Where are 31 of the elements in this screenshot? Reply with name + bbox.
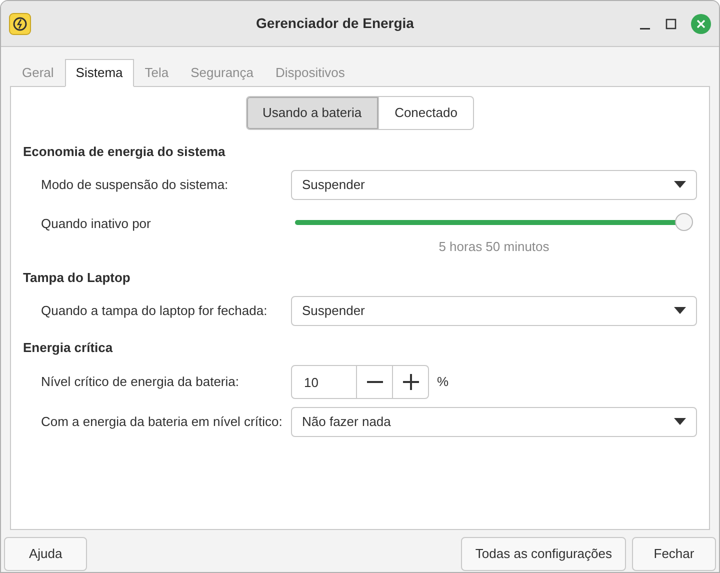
slider-value: 5 horas 50 minutos: [438, 238, 550, 256]
caret-icon: [674, 180, 686, 188]
close-icon[interactable]: [691, 14, 711, 34]
setting-label: Nível crítico de energia da bateria:: [41, 373, 240, 392]
caret-icon: [674, 418, 686, 426]
number-field[interactable]: 10: [291, 365, 357, 399]
setting-label: Com a energia da bateria em nível crítico:: [41, 413, 284, 432]
plus-icon: [402, 374, 418, 390]
setting-label: Modo de suspensão do sistema:: [41, 176, 230, 194]
dropdown[interactable]: Não fazer nada: [291, 407, 697, 437]
footer-button[interactable]: Todas as configurações: [461, 537, 626, 571]
tab[interactable]: Sistema: [64, 59, 134, 87]
unit-label: %: [437, 373, 449, 392]
dropdown[interactable]: Suspender: [291, 170, 697, 200]
minus-icon: [366, 381, 382, 383]
help-button[interactable]: Ajuda: [4, 537, 88, 571]
toggle-button[interactable]: Conectado: [378, 96, 474, 130]
section-heading: Economia de energia do sistema: [23, 143, 226, 161]
window-title: Gerenciador de Energia: [255, 14, 415, 33]
toggle-button[interactable]: Usando a bateria: [246, 96, 379, 130]
section-heading: Energia crítica: [23, 338, 114, 357]
dropdown[interactable]: Suspender: [291, 296, 697, 326]
increase-button[interactable]: [393, 365, 429, 399]
caret-icon: [674, 306, 686, 314]
lightning-icon: [9, 12, 31, 34]
section-heading: Tampa do Laptop: [23, 269, 132, 287]
decrease-button[interactable]: [357, 365, 393, 399]
footer-button[interactable]: Fechar: [632, 537, 716, 571]
maximize-icon[interactable]: [665, 18, 677, 30]
setting-label: Quando a tampa do laptop for fechada:: [41, 302, 268, 320]
setting-label: Quando inativo por: [41, 214, 152, 233]
